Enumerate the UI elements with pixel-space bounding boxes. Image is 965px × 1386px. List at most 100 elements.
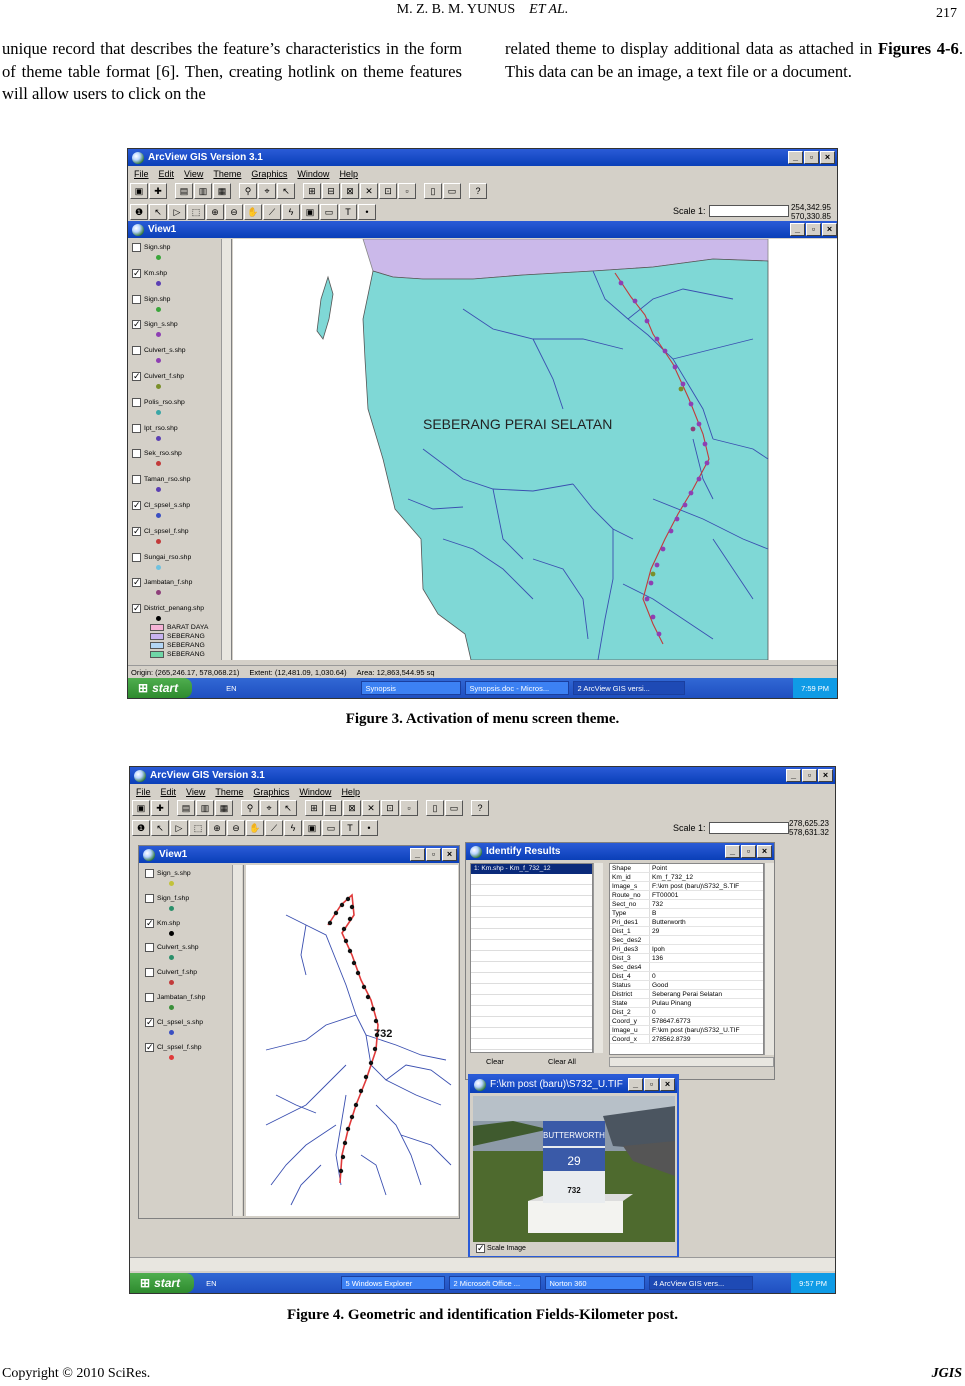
toc-layer-item[interactable]: ✓ Cl_spsel_s.shp (132, 501, 190, 510)
layer-visibility-checkbox[interactable]: ✓ (145, 1042, 154, 1052)
layer-visibility-checkbox[interactable] (145, 968, 154, 978)
figure3-lang-indicator[interactable]: EN (222, 681, 240, 695)
figure3-task-arcview[interactable]: 2 ArcView GIS versi... (572, 681, 685, 695)
zoom-full-icon[interactable]: ⊞ (303, 183, 321, 199)
menu-view[interactable]: View (186, 787, 205, 797)
zoom-out-icon[interactable]: ⊖ (225, 204, 243, 220)
zoom-selected-icon[interactable]: ⊠ (343, 800, 361, 816)
label-icon[interactable]: ▭ (322, 820, 340, 836)
measure-icon[interactable]: ⟋ (265, 820, 283, 836)
identify-list-item[interactable]: 1: Km.shp - Km_f_732_12 (471, 864, 592, 874)
save-project-icon[interactable]: ▣ (130, 183, 148, 199)
layer-visibility-checkbox[interactable] (132, 475, 141, 485)
zoom-previous-icon[interactable]: ▫ (400, 800, 418, 816)
layer-visibility-checkbox[interactable] (132, 294, 141, 304)
toc-layer-item[interactable]: Sign.shp (132, 294, 170, 304)
view-close-button[interactable]: × (822, 223, 837, 236)
pan-icon[interactable]: ✋ (244, 204, 262, 220)
toc-layer-item[interactable]: Sign_s.shp (145, 869, 191, 878)
layer-visibility-checkbox[interactable]: ✓ (132, 526, 141, 536)
toc-layer-item[interactable]: Sign_f.shp (145, 893, 189, 903)
identify-clear-all-button[interactable]: Clear All (548, 1057, 576, 1066)
layer-visibility-checkbox[interactable]: ✓ (145, 918, 154, 928)
figure3-task-synopsis[interactable]: Synopsis (360, 681, 461, 695)
query-icon[interactable]: ↖ (279, 800, 297, 816)
layer-visibility-checkbox[interactable] (132, 346, 141, 356)
zoom-in-fixed-icon[interactable]: ✕ (362, 800, 380, 816)
toc-layer-item[interactable]: Sign.shp (132, 243, 170, 252)
toc-layer-item[interactable]: Culvert_s.shp (145, 943, 199, 953)
locate-icon[interactable]: ⌖ (260, 800, 278, 816)
toc-layer-item[interactable]: Jambatan_f.shp (145, 993, 205, 1002)
area-of-interest-icon[interactable]: ▣ (301, 204, 319, 220)
menu-graphics[interactable]: Graphics (251, 169, 287, 179)
toc-layer-item[interactable]: ✓ Jambatan_f.shp (132, 578, 192, 588)
menu-window[interactable]: Window (299, 787, 331, 797)
select-feature-icon[interactable]: ⬚ (187, 204, 205, 220)
layer-visibility-checkbox[interactable] (145, 943, 154, 953)
layer-visibility-checkbox[interactable] (145, 993, 154, 1002)
identify-attr-scrollbar[interactable] (764, 863, 774, 1055)
hotlink-icon[interactable]: ϟ (284, 820, 302, 836)
zoom-previous-icon[interactable]: ▫ (398, 183, 416, 199)
figure4-task-explorer[interactable]: 5 Windows Explorer (340, 1276, 445, 1290)
figure4-start-button[interactable]: ⊞ start (130, 1273, 195, 1293)
draw-tool-icon[interactable]: • (358, 204, 376, 220)
find-icon[interactable]: ⚲ (241, 800, 259, 816)
select-feature-icon[interactable]: ⬚ (189, 820, 207, 836)
toc-layer-item[interactable]: ✓ Sign_s.shp (132, 320, 178, 330)
menu-window[interactable]: Window (297, 169, 329, 179)
layer-visibility-checkbox[interactable] (132, 243, 141, 252)
image-maximize-button[interactable]: ▫ (644, 1078, 659, 1091)
view-minimize-button[interactable]: _ (410, 848, 425, 861)
menu-file[interactable]: File (136, 787, 151, 797)
layer-visibility-checkbox[interactable]: ✓ (132, 501, 141, 510)
figure3-start-button[interactable]: ⊞ start (128, 678, 193, 698)
zoom-out-fixed-icon[interactable]: ⊡ (381, 800, 399, 816)
identify-tool-icon[interactable]: ❶ (130, 204, 148, 220)
layer-visibility-checkbox[interactable] (132, 552, 141, 562)
toc-layer-item[interactable]: Taman_rso.shp (132, 475, 190, 485)
menu-edit[interactable]: Edit (159, 169, 175, 179)
figure4-task-office[interactable]: 2 Microsoft Office ... (448, 1276, 541, 1290)
figure4-hscrollbar[interactable] (130, 1257, 835, 1271)
legend-editor-icon[interactable]: ▥ (194, 183, 212, 199)
menu-edit[interactable]: Edit (161, 787, 177, 797)
menu-help[interactable]: Help (339, 169, 358, 179)
toc-layer-item[interactable]: Polis_rso.shp (132, 397, 185, 407)
layout-icon[interactable]: ▯ (424, 183, 442, 199)
print-icon[interactable]: ▭ (445, 800, 463, 816)
hotlink-icon[interactable]: ϟ (282, 204, 300, 220)
figure3-task-word[interactable]: Synopsis.doc - Micros... (464, 681, 569, 695)
zoom-out-icon[interactable]: ⊖ (227, 820, 245, 836)
zoom-in-icon[interactable]: ⊕ (208, 820, 226, 836)
layer-visibility-checkbox[interactable]: ✓ (132, 268, 141, 278)
toc-scrollbar[interactable] (221, 239, 231, 660)
label-icon[interactable]: ▭ (320, 204, 338, 220)
zoom-selected-icon[interactable]: ⊠ (341, 183, 359, 199)
pan-icon[interactable]: ✋ (246, 820, 264, 836)
toc-layer-item[interactable]: ✓ Km.shp (145, 918, 180, 928)
menu-theme[interactable]: Theme (215, 787, 243, 797)
pointer-tool-icon[interactable]: ↖ (149, 204, 167, 220)
toc-layer-item[interactable]: ✓ Culvert_f.shp (132, 372, 184, 381)
identify-tool-icon[interactable]: ❶ (132, 820, 150, 836)
legend-editor-icon[interactable]: ▥ (196, 800, 214, 816)
layer-visibility-checkbox[interactable]: ✓ (132, 578, 141, 588)
query-icon[interactable]: ↖ (277, 183, 295, 199)
view-maximize-button[interactable]: ▫ (426, 848, 441, 861)
close-button[interactable]: × (820, 151, 835, 164)
area-of-interest-icon[interactable]: ▣ (303, 820, 321, 836)
zoom-out-fixed-icon[interactable]: ⊡ (379, 183, 397, 199)
find-icon[interactable]: ⚲ (239, 183, 257, 199)
layer-visibility-checkbox[interactable]: ✓ (132, 372, 141, 381)
figure3-scale-input[interactable] (708, 205, 789, 217)
toc-layer-item[interactable]: Sungai_rso.shp (132, 552, 191, 562)
minimize-button[interactable]: _ (788, 151, 803, 164)
menu-file[interactable]: File (134, 169, 149, 179)
figure4-lang-indicator[interactable]: EN (202, 1276, 220, 1290)
draw-tool-icon[interactable]: • (360, 820, 378, 836)
identify-clear-button[interactable]: Clear (486, 1057, 504, 1066)
layer-visibility-checkbox[interactable]: ✓ (145, 1017, 154, 1027)
view-maximize-button[interactable]: ▫ (806, 223, 821, 236)
